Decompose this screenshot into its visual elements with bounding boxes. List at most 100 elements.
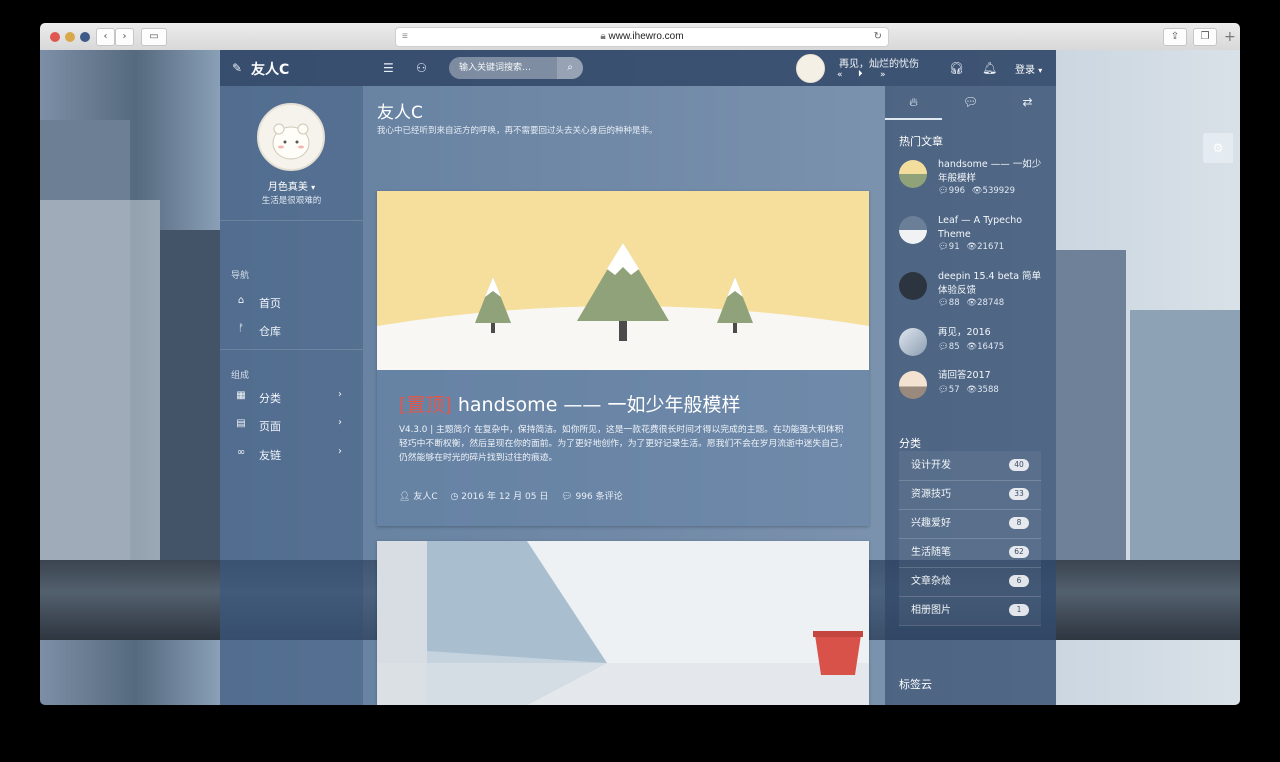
browser-toolbar: ‹ › ▭ ≡ 🔒︎ www.ihewro.com ↻ ⇪ ❐ + [40,23,1240,51]
profile-avatar[interactable] [257,103,325,171]
category-count-badge: 1 [1009,604,1029,616]
previous-track-icon[interactable]: « [837,70,843,80]
site-subtitle: 我心中已经听到来自远方的呼唤，再不需要回过头去关心身后的种种是非。 [377,126,658,136]
post-comments[interactable]: 996 条评论 [576,492,623,502]
post-thumbnail [899,272,927,300]
hot-post-meta: 💬︎88 👁︎28748 [938,298,1004,308]
category-count-badge: 8 [1009,517,1029,529]
hot-post-title: deepin 15.4 beta 简单体验反馈 [938,271,1042,296]
hot-post-item[interactable]: Leaf — A Typecho Theme 💬︎91 👁︎21671 [899,214,1049,264]
category-item[interactable]: 设计开发 40 [899,451,1041,481]
post-card[interactable]: [置顶] handsome —— 一如少年般模样 V4.3.0 | 主题简介 在… [377,191,869,526]
post-author[interactable]: 友人C [413,492,437,502]
grid-icon: ▦ [236,390,246,401]
category-label: 设计开发 [911,460,951,471]
post-card[interactable] [377,541,869,705]
comments-tab[interactable]: 💬︎ [942,86,999,118]
comments-icon: 💬︎ [938,298,949,308]
profile-motto: 生活是很艰难的 [261,196,322,206]
home-icon: ⌂ [237,295,245,306]
chevron-right-icon: › [338,389,342,400]
post-title[interactable]: [置顶] handsome —— 一如少年般模样 [399,390,740,417]
nav-item-home[interactable]: ⌂ 首页 [220,289,363,315]
close-window-button[interactable] [50,32,60,42]
lock-icon: 🔒︎ [600,31,606,42]
chevron-right-icon: › [338,446,342,457]
next-track-icon[interactable]: » [880,70,886,80]
view-count: 3588 [977,385,999,395]
blog-app: ✎ 友人C ☰ ⚇ 输入关键词搜索… ⌕ 再见，灿烂的忧伤 « ⏵ » 🎧︎ 🔔… [220,50,1056,705]
hot-post-meta: 💬︎57 👁︎3588 [938,385,999,395]
nav-section-heading: 组成 [231,371,250,381]
new-tab-button[interactable]: + [1224,29,1236,45]
category-label: 相册图片 [911,605,951,616]
reader-icon[interactable]: ≡ [402,28,408,46]
user-icon[interactable]: ⚇ [416,61,427,75]
main-content: 友人C 我心中已经听到来自远方的呼唤，再不需要回过头去关心身后的种种是非。 [置… [363,86,885,705]
site-title: 友人C [377,103,423,123]
hot-post-item[interactable]: deepin 15.4 beta 简单体验反馈 💬︎88 👁︎28748 [899,270,1049,320]
tabs-icon[interactable]: ❐ [1193,28,1217,46]
eye-icon: 👁︎ [966,342,978,352]
sidebar-toggle-icon[interactable]: ▭ [141,28,167,46]
nav-item-links[interactable]: ∞ 友链 › [220,441,363,467]
category-item[interactable]: 资源技巧 33 [899,480,1041,510]
category-item[interactable]: 相册图片 1 [899,596,1041,626]
comment-icon: 💬︎ [962,95,979,109]
post-meta: 👤︎ 友人C ◷ 2016 年 12 月 05 日 💬︎ 996 条评论 [399,489,623,502]
nav-item-label: 仓库 [259,325,281,338]
view-count: 539929 [982,186,1015,196]
category-item[interactable]: 生活随笔 62 [899,538,1041,568]
nav-item-label: 首页 [259,297,281,310]
profile-name[interactable]: 月色真美 ▾ [220,178,363,193]
menu-toggle-icon[interactable]: ☰ [383,61,394,75]
hot-post-meta: 💬︎85 👁︎16475 [938,342,1004,352]
address-bar[interactable]: ≡ 🔒︎ www.ihewro.com ↻ [395,27,889,47]
headphones-icon[interactable]: 🎧︎ [949,61,964,75]
category-item[interactable]: 兴趣爱好 8 [899,509,1041,539]
nav-item-repo[interactable]: ᚠ 仓库 [220,317,363,343]
category-count-badge: 62 [1009,546,1029,558]
hot-post-meta: 💬︎996 👁︎539929 [938,186,1015,196]
post-cover-image[interactable] [377,191,869,370]
fire-icon: 🔥︎ [909,95,918,109]
search-icon[interactable]: ⌕ [557,57,583,79]
post-thumbnail [899,216,927,244]
random-posts-tab[interactable]: ⇄ [999,86,1056,118]
sticky-tag: [置顶] [399,394,452,416]
post-cover-image[interactable] [377,541,869,705]
login-button[interactable]: 登录 ▾ [1015,61,1042,76]
category-item[interactable]: 文章杂烩 6 [899,567,1041,597]
settings-gear-icon[interactable]: ⚙ [1203,133,1233,163]
hot-posts-heading: 热门文章 [899,135,943,148]
tag-cloud-heading: 标签云 [899,678,932,691]
comment-count: 88 [948,298,960,308]
post-thumbnail [899,160,927,188]
eye-icon: 👁︎ [966,298,978,308]
zoom-window-button[interactable] [80,32,90,42]
nav-item-pages[interactable]: ▤ 页面 › [220,412,363,438]
site-logo[interactable]: 友人C [251,59,289,79]
reload-icon[interactable]: ↻ [874,28,882,46]
hot-post-item[interactable]: 请回答2017 💬︎57 👁︎3588 [899,369,1049,419]
nav-item-categories[interactable]: ▦ 分类 › [220,384,363,410]
hot-posts-tab[interactable]: 🔥︎ [885,86,942,120]
category-label: 文章杂烩 [911,576,951,587]
nav-item-label: 页面 [259,420,281,433]
music-cover-avatar [796,54,825,83]
bell-icon[interactable]: 🔔︎ [982,61,997,75]
link-icon: ∞ [236,447,246,458]
nav-section-heading: 导航 [231,271,250,281]
play-icon[interactable]: ⏵ [858,69,863,79]
category-label: 兴趣爱好 [911,518,951,529]
share-icon[interactable]: ⇪ [1163,28,1187,46]
swap-icon: ⇄ [1022,95,1033,109]
back-button[interactable]: ‹ [96,28,115,46]
forward-button[interactable]: › [115,28,134,46]
category-count-badge: 40 [1009,459,1029,471]
hot-post-item[interactable]: handsome —— 一如少年般模样 💬︎996 👁︎539929 [899,158,1049,208]
hot-post-title: 再见，2016 [938,327,991,338]
comments-icon: 💬︎ [938,385,949,395]
minimize-window-button[interactable] [65,32,75,42]
user-icon: 👤︎ [399,492,411,502]
